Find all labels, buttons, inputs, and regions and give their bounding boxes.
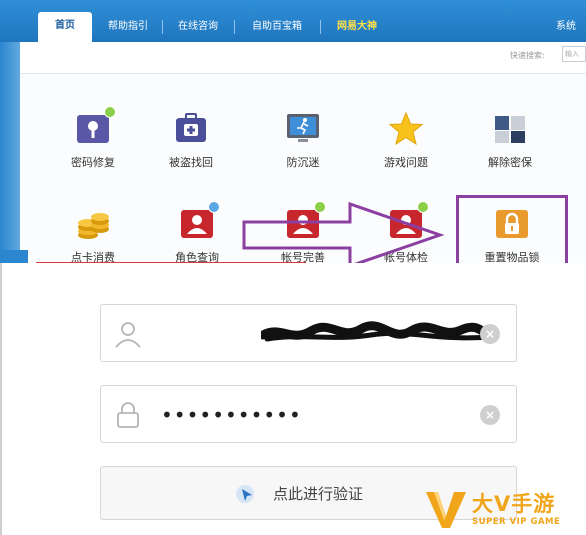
check-badge-icon [104,106,116,118]
clear-username-icon[interactable]: × [480,324,500,344]
v-logo-icon [424,490,468,530]
panel-edge [0,263,2,535]
tool-label: 被盗找回 [169,156,213,169]
role-card-icon [180,201,220,241]
watermark: 大V手游 SUPER VIP GAME [420,486,586,535]
username-field[interactable]: × [100,304,517,362]
tool-anti-addiction[interactable]: 防沉迷 [263,112,343,170]
tool-label: 密码修复 [71,156,115,169]
tool-label: 点卡消费 [71,251,115,263]
window-frame-left [0,42,20,263]
tool-role-query[interactable]: 角色查询 [157,201,237,263]
watermark-brand: 大V手游 [472,492,556,516]
highlight-box-annotation [456,195,568,263]
purple-arrow-annotation [242,201,445,263]
star-icon [388,111,424,146]
tool-label: 防沉迷 [286,156,320,169]
tab-online-consult[interactable]: 在线咨询 [168,14,228,42]
search-label: 快速搜索: [510,51,545,60]
help-center-panel: 首页 帮助指引 在线咨询 自助百宝箱 网易大神 系统 快速搜索: 输入 密码修复… [0,0,586,263]
tab-separator [162,20,163,34]
search-input[interactable]: 输入 [562,46,586,62]
password-field[interactable]: ••••••••••• × [100,385,517,443]
running-monitor-icon [286,112,320,146]
lock-outline-icon [113,400,143,430]
tool-label: 游戏问题 [384,156,428,169]
tab-separator [234,20,235,34]
tab-help-guide[interactable]: 帮助指引 [98,14,158,42]
tab-system[interactable]: 系统 [556,14,586,42]
clear-password-icon[interactable]: × [480,405,500,425]
tool-stolen-recovery[interactable]: 被盗找回 [151,112,231,170]
tool-remove-security[interactable]: 解除密保 [470,112,550,170]
search-badge-icon [208,201,220,213]
tool-label: 角色查询 [175,251,219,263]
tab-separator [320,20,321,34]
tool-password-repair[interactable]: 密码修复 [53,106,133,170]
key-icon [76,106,116,146]
password-value: ••••••••••• [161,403,302,427]
tab-home[interactable]: 首页 [38,12,92,42]
tool-point-card[interactable]: 点卡消费 [53,207,133,263]
search-row [20,42,586,74]
user-icon [113,319,143,349]
tool-label: 解除密保 [488,156,532,169]
redacted-username-scribble [261,321,496,342]
cursor-click-icon [235,484,257,506]
verify-label: 点此进行验证 [273,485,364,503]
unlock-blocks-icon [493,112,527,146]
window-frame-bottom [0,250,28,263]
tool-game-problems[interactable]: 游戏问题 [366,111,446,170]
watermark-subtitle: SUPER VIP GAME [472,517,561,527]
medkit-icon [174,112,208,146]
tab-self-service-box[interactable]: 自助百宝箱 [240,14,314,42]
tab-netease-dashen[interactable]: 网易大神 [324,14,390,42]
coins-icon [76,207,110,241]
